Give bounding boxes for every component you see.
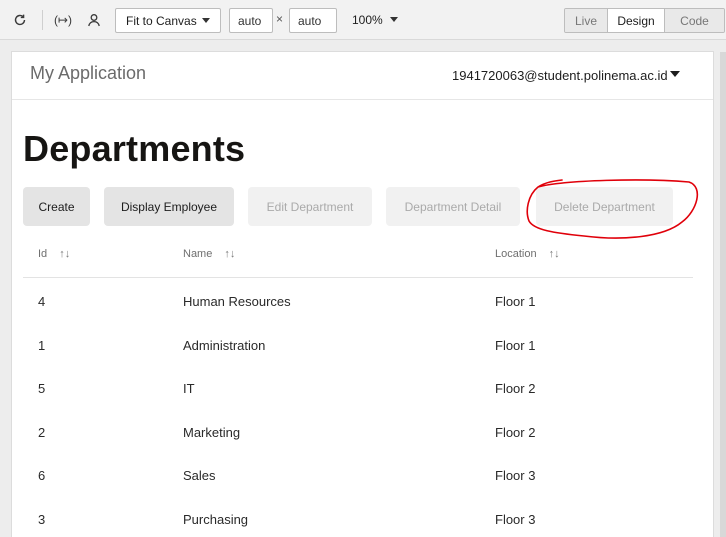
column-header-label: Name — [183, 248, 213, 260]
mode-live-button[interactable]: Live — [565, 9, 608, 32]
canvas-width-input[interactable] — [229, 8, 273, 33]
edit-department-button[interactable]: Edit Department — [248, 187, 372, 226]
variables-icon[interactable]: (↦) — [53, 10, 73, 30]
chevron-down-icon[interactable] — [670, 71, 680, 77]
toolbar-divider — [42, 10, 43, 30]
cell-name: Human Resources — [183, 294, 291, 309]
departments-table: Id ↑↓ Name ↑↓ Location ↑↓ 4 Human Resour… — [23, 227, 693, 537]
fit-select-label: Fit to Canvas — [126, 13, 197, 28]
mode-code-button[interactable]: Code — [665, 9, 724, 32]
column-header-label: Location — [495, 248, 537, 260]
cell-id: 4 — [38, 294, 46, 309]
cell-id: 5 — [38, 381, 46, 396]
cell-location: Floor 3 — [495, 468, 536, 483]
cell-name: Purchasing — [183, 511, 249, 527]
table-row[interactable]: 5 IT Floor 2 — [23, 365, 693, 409]
cell-id: 2 — [38, 424, 46, 440]
cell-location: Floor 3 — [495, 511, 536, 527]
sort-icon[interactable]: ↑↓ — [224, 248, 235, 260]
table-row[interactable]: 1 Administration Floor 1 — [23, 322, 693, 366]
chevron-down-icon[interactable] — [390, 17, 398, 22]
column-header-name[interactable]: Name ↑↓ — [183, 248, 235, 260]
chevron-down-icon — [202, 18, 210, 23]
canvas-scrollbar[interactable] — [720, 52, 726, 537]
department-detail-button[interactable]: Department Detail — [386, 187, 520, 226]
column-header-id[interactable]: Id ↑↓ — [38, 248, 70, 260]
designer-toolbar: (↦) Fit to Canvas × 100% Live Design Cod… — [0, 0, 726, 40]
cell-name: Marketing — [183, 424, 241, 440]
table-header: Id ↑↓ Name ↑↓ Location ↑↓ — [23, 227, 693, 278]
user-icon[interactable] — [84, 10, 104, 30]
cell-id: 3 — [38, 511, 46, 527]
cell-location: Floor 1 — [495, 294, 536, 309]
times-separator: × — [276, 12, 284, 26]
table-row[interactable]: 3 Purchasing Floor 3 — [23, 496, 693, 537]
user-menu[interactable]: 1941720063@student.polinema.ac.id — [452, 68, 668, 83]
column-header-location[interactable]: Location ↑↓ — [495, 248, 560, 260]
sort-icon[interactable]: ↑↓ — [549, 248, 560, 260]
canvas-height-input[interactable] — [289, 8, 337, 33]
create-button[interactable]: Create — [23, 187, 90, 226]
table-row[interactable]: 6 Sales Floor 3 — [23, 452, 693, 496]
design-canvas: My Application 1941720063@student.poline… — [12, 52, 713, 537]
cell-id: 6 — [38, 468, 46, 483]
cell-id: 1 — [38, 337, 46, 353]
zoom-select[interactable]: 100% — [352, 13, 383, 27]
table-row[interactable]: 2 Marketing Floor 2 — [23, 409, 693, 453]
mode-design-button[interactable]: Design — [608, 9, 665, 32]
cell-location: Floor 2 — [495, 424, 536, 440]
app-header: My Application 1941720063@student.poline… — [12, 52, 713, 100]
view-mode-toggle: Live Design Code — [564, 8, 725, 33]
table-row[interactable]: 4 Human Resources Floor 1 — [23, 278, 693, 322]
fit-to-canvas-select[interactable]: Fit to Canvas — [115, 8, 221, 33]
cell-name: IT — [183, 381, 195, 396]
app-title: My Application — [30, 63, 147, 83]
refresh-icon[interactable] — [10, 10, 30, 30]
cell-location: Floor 1 — [495, 337, 536, 353]
sort-icon[interactable]: ↑↓ — [59, 248, 70, 260]
cell-location: Floor 2 — [495, 381, 536, 396]
cell-name: Sales — [183, 468, 216, 483]
page-title: Departments — [23, 128, 246, 169]
cell-name: Administration — [183, 337, 266, 353]
column-header-label: Id — [38, 248, 48, 260]
display-employee-button[interactable]: Display Employee — [104, 187, 234, 226]
